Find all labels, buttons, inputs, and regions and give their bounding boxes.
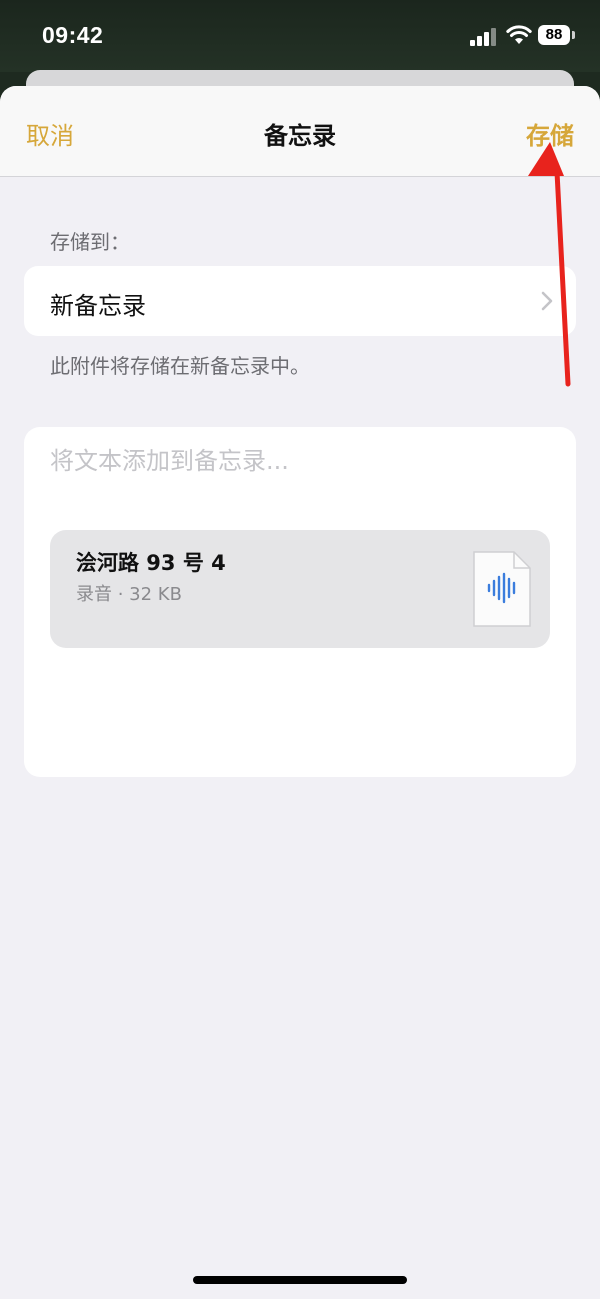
attachment-title: 浍河路 93 号 4 <box>76 551 226 575</box>
note-content-card: 浍河路 93 号 4 录音 · 32 KB <box>24 427 576 777</box>
home-indicator <box>193 1276 407 1284</box>
destination-row[interactable]: 新备忘录 <box>24 266 576 336</box>
save-sheet: 取消 备忘录 存储 存储到： 新备忘录 此附件将存储在新备忘录中。 浍河路 93… <box>0 86 600 1299</box>
battery-icon: 88 <box>538 25 570 45</box>
status-time: 09:42 <box>42 22 104 48</box>
section-label: 存储到： <box>50 230 130 254</box>
page-title: 备忘录 <box>264 122 336 150</box>
attachment-subtitle: 录音 · 32 KB <box>76 584 182 605</box>
audio-file-icon <box>473 551 531 627</box>
save-button[interactable]: 存储 <box>526 116 574 151</box>
signal-bars-icon <box>470 28 498 46</box>
wifi-icon <box>506 25 532 44</box>
status-bar: 09:42 88 <box>0 0 600 72</box>
chevron-right-icon <box>541 291 553 311</box>
nav-bar: 取消 备忘录 存储 <box>0 86 600 177</box>
battery-nub <box>572 31 575 39</box>
note-text-input[interactable] <box>50 441 550 481</box>
destination-footnote: 此附件将存储在新备忘录中。 <box>50 354 310 378</box>
attachment-item[interactable]: 浍河路 93 号 4 录音 · 32 KB <box>50 530 550 648</box>
destination-value: 新备忘录 <box>50 292 146 320</box>
